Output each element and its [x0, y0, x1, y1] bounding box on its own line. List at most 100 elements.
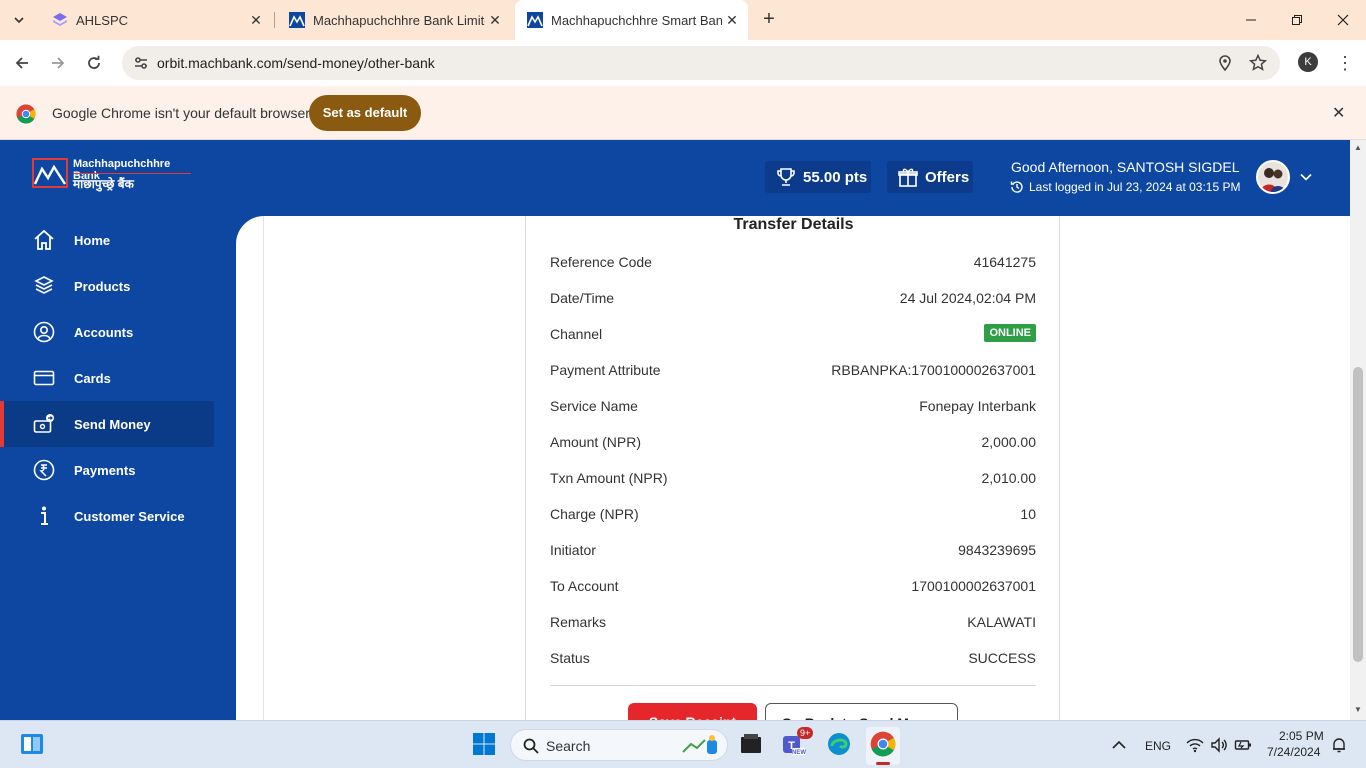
history-icon: [1010, 181, 1023, 193]
sidebar-item-accounts[interactable]: Accounts: [0, 309, 214, 355]
taskbar-time[interactable]: 2:05 PM: [1279, 729, 1324, 743]
close-tab-icon[interactable]: ✕: [246, 12, 266, 29]
detail-label: To Account: [550, 578, 619, 594]
accounts-icon: [33, 321, 55, 343]
wifi-icon[interactable]: [1186, 736, 1204, 754]
tab-search-button[interactable]: [8, 9, 30, 31]
close-tab-icon[interactable]: ✕: [722, 12, 742, 29]
taskbar-search-box[interactable]: Search: [510, 729, 728, 761]
scroll-up-arrow-icon[interactable]: ▲: [1354, 143, 1362, 152]
arrow-right-icon: [52, 57, 65, 69]
tab-machhapuchchhre-bank[interactable]: Machhapuchchhre Bank Limited ✕: [277, 0, 511, 40]
location-pin-icon[interactable]: [1216, 54, 1234, 72]
restore-button[interactable]: [1274, 0, 1320, 40]
tab-title: Machhapuchchhre Smart Banking: [551, 12, 722, 28]
send-money-icon: [33, 414, 54, 433]
windows-taskbar: Search T NEW 9+ ENG 2:05 PM 7/24/2024: [0, 720, 1366, 768]
detail-value: 2,000.00: [981, 434, 1037, 450]
offers-button[interactable]: Offers: [887, 161, 973, 193]
teams-app[interactable]: T NEW 9+: [780, 727, 814, 761]
detail-row-channel: Channel ONLINE: [550, 324, 1036, 346]
volume-icon[interactable]: [1210, 736, 1228, 754]
detail-row-date-time: Date/Time 24 Jul 2024,02:04 PM: [550, 290, 1036, 310]
page-scrollbar[interactable]: ▲ ▼: [1350, 140, 1366, 720]
detail-label: Payment Attribute: [550, 362, 661, 378]
sidebar-item-label: Cards: [74, 370, 111, 386]
chrome-icon: [870, 731, 896, 757]
logo-underline: [73, 173, 191, 174]
detail-label: Channel: [550, 326, 603, 342]
card-icon: [33, 370, 55, 386]
taskbar-date[interactable]: 7/24/2024: [1267, 745, 1320, 759]
detail-label: Remarks: [550, 614, 607, 630]
card-divider: [550, 685, 1036, 686]
detail-label: Charge (NPR): [550, 506, 639, 522]
language-indicator[interactable]: ENG: [1145, 739, 1171, 753]
edge-browser-icon[interactable]: [826, 731, 852, 757]
logo-text-nepali: माछापुच्छ्रे बैंक: [73, 177, 134, 191]
detail-label: Amount (NPR): [550, 434, 642, 450]
new-tab-button[interactable]: +: [758, 8, 780, 32]
url-text[interactable]: orbit.machbank.com/send-money/other-bank: [157, 55, 435, 71]
card-title: Transfer Details: [733, 216, 854, 233]
gift-icon: [898, 168, 918, 187]
sidebar-item-label: Accounts: [74, 324, 134, 340]
minimize-button[interactable]: [1228, 0, 1274, 40]
chevron-down-icon[interactable]: [1299, 170, 1313, 184]
sidebar-item-customer-service[interactable]: Customer Service: [0, 493, 214, 539]
teams-badge: 9+: [797, 727, 814, 739]
sidebar-item-payments[interactable]: Payments: [0, 447, 214, 493]
chevron-down-icon: [14, 17, 24, 24]
detail-row-txn-amount: Txn Amount (NPR) 2,010.00: [550, 470, 1036, 490]
widgets-icon[interactable]: [19, 731, 45, 757]
bank-logo[interactable]: Machhapuchchhre Bank माछापुच्छ्रे बैंक: [32, 158, 192, 191]
arrow-left-icon: [15, 57, 28, 69]
windows-start-icon[interactable]: [471, 731, 497, 757]
set-as-default-button[interactable]: Set as default: [309, 95, 421, 131]
detail-row-status: Status SUCCESS: [550, 650, 1036, 670]
scrollbar-thumb[interactable]: [1353, 367, 1363, 662]
notification-bell-icon[interactable]: [1330, 736, 1348, 754]
close-window-button[interactable]: [1320, 0, 1366, 40]
user-avatar[interactable]: [1256, 160, 1290, 194]
site-settings-icon[interactable]: [132, 54, 150, 72]
close-tab-icon[interactable]: ✕: [485, 12, 505, 29]
address-bar[interactable]: orbit.machbank.com/send-money/other-bank: [122, 46, 1280, 80]
detail-value: 9843239695: [958, 542, 1036, 558]
chevron-up-icon[interactable]: [1110, 736, 1128, 754]
detail-row-payment-attribute: Payment Attribute RBBANPKA:1700100002637…: [550, 362, 1036, 382]
close-infobar-icon[interactable]: ✕: [1332, 103, 1345, 123]
chrome-taskbar-app[interactable]: [866, 727, 900, 765]
search-highlight-icon: [682, 735, 717, 754]
browser-tab-strip: AHLSPC ✕ Machhapuchchhre Bank Limited ✕ …: [0, 0, 1366, 40]
channel-badge: ONLINE: [984, 324, 1036, 342]
sidebar-item-send-money[interactable]: Send Money: [0, 401, 214, 447]
tab-smart-banking[interactable]: Machhapuchchhre Smart Banking ✕: [515, 0, 748, 40]
reward-points-button[interactable]: 55.00 pts: [765, 161, 871, 193]
detail-row-initiator: Initiator 9843239695: [550, 542, 1036, 562]
back-button[interactable]: [10, 51, 34, 75]
forward-button[interactable]: [46, 51, 70, 75]
scroll-down-arrow-icon[interactable]: ▼: [1354, 705, 1362, 714]
last-login-info: Last logged in Jul 23, 2024 at 03:15 PM: [1010, 180, 1240, 194]
sidebar-item-products[interactable]: Products: [0, 263, 214, 309]
file-explorer-icon[interactable]: [738, 731, 764, 757]
reload-button[interactable]: [82, 51, 106, 75]
default-browser-infobar: Google Chrome isn't your default browser…: [0, 86, 1366, 140]
reward-points-value: 55.00 pts: [803, 168, 868, 186]
restore-icon: [1292, 15, 1302, 25]
sidebar-item-cards[interactable]: Cards: [0, 355, 214, 401]
sidebar-item-label: Products: [74, 278, 131, 294]
profile-avatar-button[interactable]: K: [1298, 52, 1318, 72]
payments-icon: [33, 459, 55, 481]
detail-row-remarks: Remarks KALAWATI: [550, 614, 1036, 634]
battery-icon[interactable]: [1234, 736, 1252, 754]
tab-separator: [274, 12, 275, 28]
svg-text:NEW: NEW: [792, 750, 806, 756]
tab-ahlspc[interactable]: AHLSPC ✕: [40, 0, 272, 40]
bookmark-star-icon[interactable]: [1249, 54, 1267, 72]
content-divider: [263, 216, 264, 720]
sidebar-item-home[interactable]: Home: [0, 217, 214, 263]
detail-label: Status: [550, 650, 590, 666]
more-menu-icon[interactable]: ⋮: [1336, 52, 1354, 74]
